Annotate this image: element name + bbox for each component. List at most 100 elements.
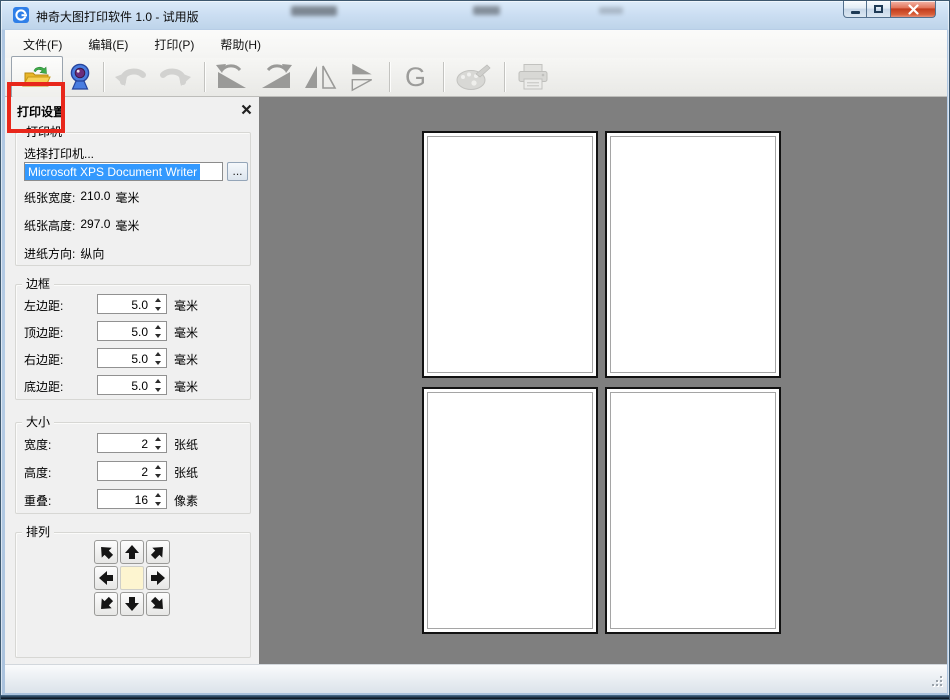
rotate-right-icon: [262, 64, 292, 88]
feed-direction-label: 进纸方向:: [24, 247, 76, 261]
toolbar-separator: [443, 62, 445, 92]
page-margin-line: [610, 136, 776, 373]
overlap-row: 重叠: 16 像素: [16, 489, 250, 509]
toolbar: G: [5, 56, 947, 133]
top-margin-input[interactable]: 5.0: [97, 321, 167, 341]
overlap-value: 16: [134, 493, 148, 507]
color-palette-button[interactable]: [450, 59, 496, 95]
height-input[interactable]: 2: [97, 461, 167, 481]
page-margin-line: [427, 392, 593, 629]
menu-file[interactable]: 文件(F): [13, 32, 72, 57]
bottom-margin-row: 底边距: 5.0 毫米: [16, 375, 250, 395]
paper-height-label: 纸张高度:: [24, 219, 76, 233]
rotate-right-button[interactable]: [255, 59, 297, 95]
page-margin-line: [610, 392, 776, 629]
spin-down-button[interactable]: [151, 443, 165, 452]
print-button[interactable]: [511, 59, 555, 95]
width-label: 宽度:: [24, 438, 52, 452]
arrange-down-left-button[interactable]: [94, 592, 118, 616]
right-margin-row: 右边距: 5.0 毫米: [16, 348, 250, 368]
width-input[interactable]: 2: [97, 433, 167, 453]
menu-help[interactable]: 帮助(H): [210, 32, 271, 57]
height-unit: 张纸: [174, 466, 199, 480]
flip-vertical-icon: [351, 63, 373, 92]
spin-down-button[interactable]: [151, 385, 165, 394]
close-button[interactable]: [891, 1, 936, 18]
paper-width-value: 210.0: [80, 189, 111, 203]
watermark-smudge: [473, 6, 500, 15]
arrange-up-button[interactable]: [120, 540, 144, 564]
printer-name-field[interactable]: Microsoft XPS Document Writer: [24, 162, 223, 181]
height-label: 高度:: [24, 466, 52, 480]
resize-grip[interactable]: [930, 676, 942, 688]
left-margin-row: 左边距: 5.0 毫米: [16, 294, 250, 314]
margins-group: 边框 左边距: 5.0 毫米 顶边距: 5.0 毫米 右边距: 5.0 毫米 底…: [15, 277, 251, 400]
overlap-input[interactable]: 16: [97, 489, 167, 509]
rotate-left-button[interactable]: [211, 59, 253, 95]
arrange-up-left-button[interactable]: [94, 540, 118, 564]
left-margin-value: 5.0: [131, 298, 148, 312]
minimize-button[interactable]: [843, 1, 867, 18]
left-margin-label: 左边距:: [24, 299, 64, 313]
undo-button[interactable]: [110, 59, 152, 95]
spin-up-button[interactable]: [151, 295, 165, 304]
spin-up-button[interactable]: [151, 462, 165, 471]
print-settings-panel: 打印设置 打印机 选择打印机... Microsoft XPS Document…: [5, 97, 259, 664]
spin-down-button[interactable]: [151, 331, 165, 340]
height-row: 高度: 2 张纸: [16, 461, 250, 481]
menu-edit[interactable]: 编辑(E): [78, 32, 138, 57]
flip-horizontal-button[interactable]: [299, 59, 341, 95]
printer-group-title: 打印机: [22, 125, 67, 139]
bottom-margin-input[interactable]: 5.0: [97, 375, 167, 395]
preview-canvas[interactable]: [259, 97, 947, 664]
app-window: 神奇大图打印软件 1.0 - 试用版 文件(F) 编辑(E) 打印(P) 帮助(…: [0, 0, 950, 700]
arrange-up-right-button[interactable]: [146, 540, 170, 564]
flip-vertical-button[interactable]: [343, 59, 381, 95]
preview-page-1: [422, 131, 598, 378]
paper-width-unit: 毫米: [115, 191, 140, 205]
paper-height-value: 297.0: [80, 217, 111, 231]
spin-up-button[interactable]: [151, 376, 165, 385]
height-value: 2: [141, 465, 148, 479]
arrange-down-button[interactable]: [120, 592, 144, 616]
preview-page-4: [605, 387, 781, 634]
redo-arrow-icon: [160, 68, 191, 86]
titlebar[interactable]: 神奇大图打印软件 1.0 - 试用版: [1, 1, 949, 30]
width-unit: 张纸: [174, 438, 199, 452]
spin-down-button[interactable]: [151, 358, 165, 367]
flip-horizontal-icon: [305, 65, 337, 89]
feed-direction-value: 纵向: [80, 247, 105, 261]
menu-print[interactable]: 打印(P): [144, 32, 204, 57]
arrow-down-right-icon: [150, 596, 163, 609]
open-image-button[interactable]: [11, 56, 63, 98]
spin-down-button[interactable]: [151, 304, 165, 313]
right-margin-input[interactable]: 5.0: [97, 348, 167, 368]
top-margin-label: 顶边距:: [24, 326, 64, 340]
panel-close-button[interactable]: [241, 104, 253, 116]
bottom-margin-unit: 毫米: [174, 380, 199, 394]
arrange-left-button[interactable]: [94, 566, 118, 590]
arrow-up-icon: [125, 545, 139, 559]
maximize-button[interactable]: [867, 1, 891, 18]
paper-width-label: 纸张宽度:: [24, 191, 76, 205]
right-margin-value: 5.0: [131, 352, 148, 366]
spin-up-button[interactable]: [151, 349, 165, 358]
spin-up-button[interactable]: [151, 490, 165, 499]
watermark-smudge: [599, 7, 623, 14]
grayscale-button[interactable]: G: [396, 59, 435, 95]
arrange-right-button[interactable]: [146, 566, 170, 590]
spin-down-button[interactable]: [151, 471, 165, 480]
spin-up-button[interactable]: [151, 434, 165, 443]
arrow-down-left-icon: [101, 596, 114, 609]
overlap-label: 重叠:: [24, 494, 52, 508]
bottom-margin-value: 5.0: [131, 379, 148, 393]
width-value: 2: [141, 437, 148, 451]
redo-button[interactable]: [154, 59, 196, 95]
spin-down-button[interactable]: [151, 499, 165, 508]
left-margin-input[interactable]: 5.0: [97, 294, 167, 314]
preview-button[interactable]: [65, 59, 95, 95]
browse-printer-button[interactable]: ...: [227, 162, 248, 181]
arrow-up-left-icon: [101, 547, 114, 560]
spin-up-button[interactable]: [151, 322, 165, 331]
arrange-down-right-button[interactable]: [146, 592, 170, 616]
